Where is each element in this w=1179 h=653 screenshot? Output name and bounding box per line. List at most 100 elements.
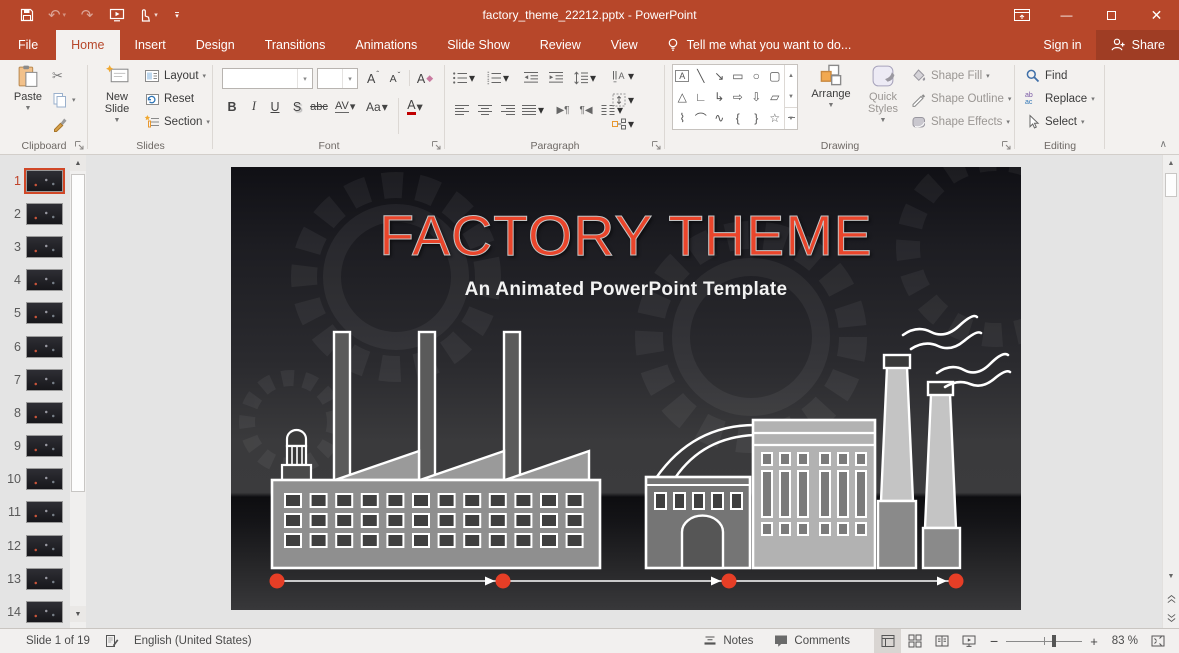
ltr-direction-button[interactable]: ▶¶ bbox=[553, 100, 573, 120]
zoom-in-button[interactable]: + bbox=[1090, 634, 1098, 649]
zoom-level[interactable]: 83 % bbox=[1106, 635, 1144, 647]
clipboard-dialog-launcher-icon[interactable] bbox=[74, 140, 85, 151]
strikethrough-button[interactable]: abc bbox=[309, 96, 329, 117]
minimize-button[interactable]: — bbox=[1044, 0, 1089, 30]
shapes-gallery[interactable]: A ╲ ↘ ▭ ○ ▢ △ ∟ ↳ ⇨ ⇩ ▱ ⌇ ⌒ ∿ { } ☆ ▲ bbox=[672, 64, 798, 130]
select-button[interactable]: Select▾ bbox=[1025, 112, 1084, 132]
slide-sorter-view-button[interactable] bbox=[901, 629, 928, 653]
convert-smartart-button[interactable]: ▾ bbox=[611, 114, 634, 134]
change-case-button[interactable]: Aa▾ bbox=[366, 96, 388, 117]
notes-toggle[interactable]: Notes bbox=[692, 629, 763, 653]
comments-toggle[interactable]: Comments bbox=[763, 629, 860, 653]
font-dialog-launcher-icon[interactable] bbox=[431, 140, 442, 151]
zoom-out-button[interactable]: − bbox=[990, 633, 998, 649]
collapse-ribbon-icon[interactable]: ∧ bbox=[1160, 139, 1167, 150]
shape-star-icon[interactable]: ☆ bbox=[766, 108, 785, 129]
close-button[interactable]: ✕ bbox=[1134, 0, 1179, 30]
redo-icon[interactable]: ↷ bbox=[72, 0, 102, 30]
ribbon-display-options-icon[interactable] bbox=[999, 0, 1044, 30]
slide-thumbnail-image[interactable] bbox=[26, 203, 63, 225]
ribbon-tab[interactable]: View bbox=[596, 30, 653, 60]
slide-thumbnail-image[interactable] bbox=[26, 236, 63, 258]
shape-left-brace-icon[interactable]: { bbox=[729, 108, 748, 129]
italic-button[interactable]: I bbox=[244, 96, 264, 117]
slide-thumbnail-image[interactable] bbox=[26, 501, 63, 523]
shape-arrow-icon[interactable]: ↘ bbox=[710, 65, 729, 86]
ribbon-tab[interactable]: Home bbox=[56, 30, 119, 60]
slide-1[interactable]: FACTORY THEME An Animated PowerPoint Tem… bbox=[231, 167, 1021, 610]
shape-arc-icon[interactable]: ⌒ bbox=[692, 108, 711, 129]
scroll-up-icon[interactable]: ▲ bbox=[1163, 156, 1179, 171]
slide-thumbnail-image[interactable] bbox=[26, 336, 63, 358]
slide-thumbnail-image[interactable] bbox=[26, 535, 63, 557]
shape-scribble-icon[interactable]: ⌇ bbox=[673, 108, 692, 129]
slide-thumbnail-image[interactable] bbox=[26, 369, 63, 391]
gallery-scroll-down-icon[interactable]: ▼ bbox=[785, 86, 797, 107]
touch-mouse-mode-icon[interactable]: ▾ bbox=[132, 0, 162, 30]
paste-button[interactable]: Paste▼ bbox=[6, 64, 50, 115]
font-size-combo[interactable]: ▾ bbox=[317, 68, 358, 89]
character-spacing-button[interactable]: AV▾ bbox=[335, 96, 355, 117]
bullets-button[interactable]: ▾ bbox=[452, 68, 475, 88]
font-name-dropdown-icon[interactable]: ▾ bbox=[297, 69, 312, 88]
layout-button[interactable]: Layout▾ bbox=[144, 66, 206, 86]
shape-rounded-rectangle-icon[interactable]: ▢ bbox=[766, 65, 785, 86]
sign-in-link[interactable]: Sign in bbox=[1029, 30, 1095, 60]
slideshow-view-button[interactable] bbox=[955, 629, 982, 653]
font-size-dropdown-icon[interactable]: ▾ bbox=[342, 69, 357, 88]
font-color-button[interactable]: A▾ bbox=[405, 96, 425, 117]
copy-button[interactable]: ▾ bbox=[52, 90, 76, 110]
gallery-more-icon[interactable]: ▼ bbox=[785, 107, 797, 129]
align-text-button[interactable]: ▾ bbox=[611, 90, 634, 110]
justify-button[interactable]: ▾ bbox=[521, 100, 544, 120]
new-slide-button[interactable]: New Slide▼ bbox=[94, 64, 140, 127]
spell-check-icon[interactable] bbox=[104, 633, 120, 649]
shape-oval-icon[interactable]: ○ bbox=[747, 65, 766, 86]
slide-thumbnail-image[interactable] bbox=[26, 435, 63, 457]
slide-thumbnail-image[interactable] bbox=[26, 302, 63, 324]
ribbon-tab[interactable]: Slide Show bbox=[432, 30, 525, 60]
next-slide-icon[interactable] bbox=[1163, 611, 1179, 626]
share-button[interactable]: Share bbox=[1096, 30, 1179, 60]
save-icon[interactable] bbox=[12, 0, 42, 30]
customize-qat-icon[interactable]: ▾ bbox=[162, 0, 192, 30]
undo-icon[interactable]: ↶▾ bbox=[42, 0, 72, 30]
maximize-button[interactable] bbox=[1089, 0, 1134, 30]
ribbon-tab[interactable]: Transitions bbox=[250, 30, 341, 60]
decrease-indent-button[interactable] bbox=[521, 68, 541, 88]
vertical-scrollbar[interactable]: ▲ ▼ bbox=[1162, 155, 1179, 628]
rtl-direction-button[interactable]: ¶◀ bbox=[576, 100, 596, 120]
line-spacing-button[interactable]: ▾ bbox=[573, 68, 596, 88]
shape-right-brace-icon[interactable]: } bbox=[747, 108, 766, 129]
scrollbar-thumb[interactable] bbox=[1165, 173, 1177, 197]
slide-thumbnail-image[interactable] bbox=[26, 402, 63, 424]
shape-elbow-icon[interactable]: ∟ bbox=[692, 86, 711, 107]
slide-title-text[interactable]: FACTORY THEME bbox=[231, 203, 1021, 269]
shape-parallelogram-icon[interactable]: ▱ bbox=[766, 86, 785, 107]
text-shadow-button[interactable]: S bbox=[287, 96, 307, 117]
find-button[interactable]: Find bbox=[1025, 66, 1067, 86]
slide-thumbnail-image[interactable] bbox=[26, 269, 63, 291]
slide-thumbnail-image[interactable] bbox=[26, 170, 63, 192]
start-slideshow-icon[interactable] bbox=[102, 0, 132, 30]
language-indicator[interactable]: English (United States) bbox=[134, 635, 252, 647]
align-center-button[interactable] bbox=[475, 100, 495, 120]
shape-curve-icon[interactable]: ∿ bbox=[710, 108, 729, 129]
section-button[interactable]: Section▾ bbox=[144, 112, 210, 132]
gallery-scroll-up-icon[interactable]: ▲ bbox=[785, 65, 797, 86]
bold-button[interactable]: B bbox=[222, 96, 242, 117]
drawing-dialog-launcher-icon[interactable] bbox=[1001, 140, 1012, 151]
align-left-button[interactable] bbox=[452, 100, 472, 120]
increase-indent-button[interactable] bbox=[546, 68, 566, 88]
shape-outline-button[interactable]: Shape Outline▾ bbox=[911, 89, 1011, 109]
normal-view-button[interactable] bbox=[874, 629, 901, 653]
previous-slide-icon[interactable] bbox=[1163, 591, 1179, 606]
shrink-font-button[interactable]: Aˇ bbox=[385, 68, 405, 89]
underline-button[interactable]: U bbox=[265, 96, 285, 117]
slide-thumbnail-image[interactable] bbox=[26, 568, 63, 590]
text-direction-button[interactable]: ▾ bbox=[611, 66, 634, 86]
font-name-combo[interactable]: ▾ bbox=[222, 68, 313, 89]
replace-button[interactable]: abac Replace▾ bbox=[1025, 89, 1095, 109]
fit-slide-to-window-button[interactable] bbox=[1144, 629, 1171, 653]
numbering-button[interactable]: ▾ bbox=[486, 68, 509, 88]
